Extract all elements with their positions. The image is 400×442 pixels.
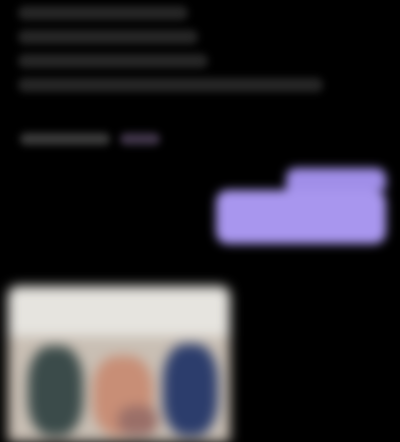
incoming-message-line: [18, 30, 198, 44]
incoming-message-line: [18, 6, 188, 20]
message-timestamp: [20, 133, 110, 145]
photo-person: [163, 344, 218, 436]
chat-screen: [0, 0, 400, 442]
photo-background: [8, 286, 230, 336]
photo-person: [118, 406, 158, 436]
incoming-message[interactable]: [18, 6, 338, 102]
shared-photo[interactable]: [8, 286, 230, 442]
photo-person: [28, 346, 83, 436]
outgoing-message[interactable]: [216, 168, 386, 244]
incoming-message-line: [18, 54, 208, 68]
incoming-message-meta: [20, 133, 160, 145]
outgoing-message-bubble: [216, 190, 386, 244]
reaction-icon[interactable]: [120, 133, 160, 145]
incoming-message-line: [18, 78, 323, 92]
outgoing-message-bubble-top: [286, 168, 386, 190]
